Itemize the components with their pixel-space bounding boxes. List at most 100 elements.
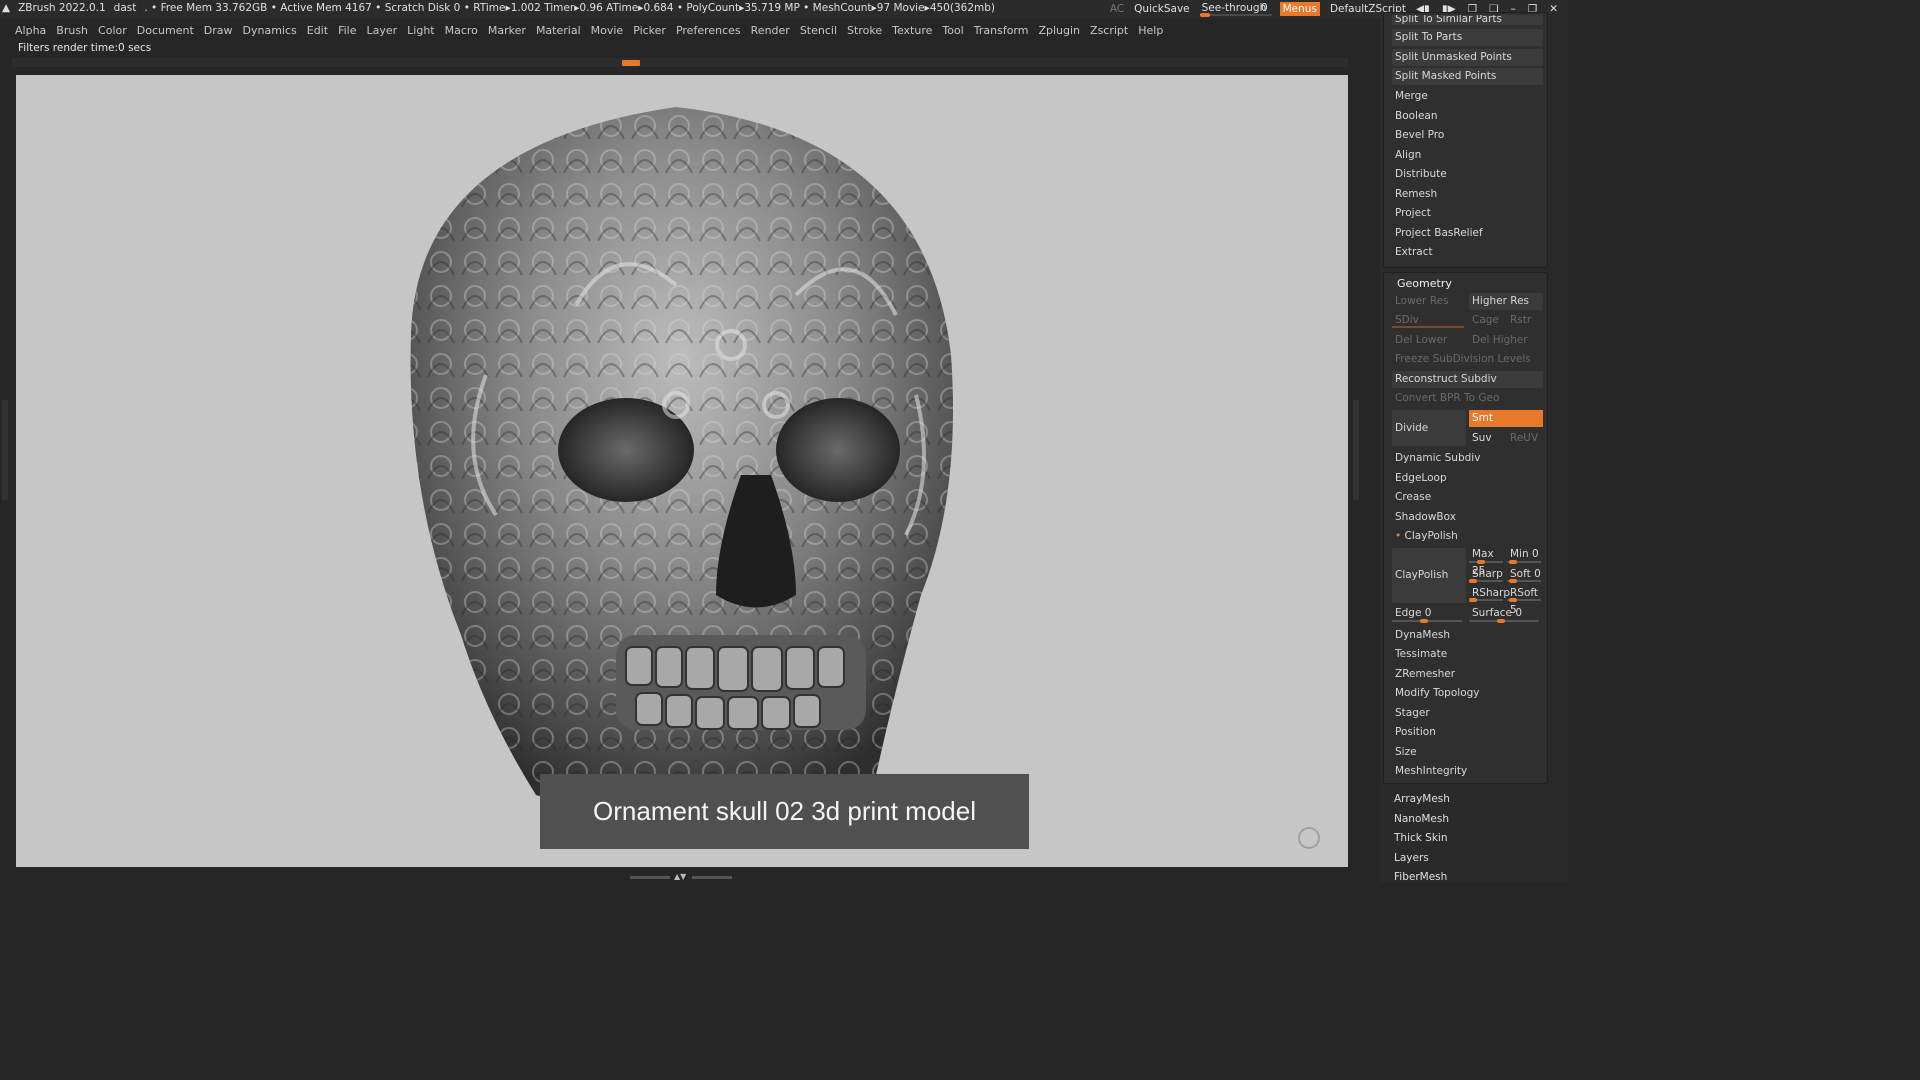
rstr-button[interactable]: Rstr: [1507, 312, 1543, 329]
suv-toggle[interactable]: Suv: [1469, 430, 1505, 447]
size-section[interactable]: Size: [1392, 744, 1543, 761]
menu-zplugin[interactable]: Zplugin: [1033, 24, 1085, 37]
zremesher-section[interactable]: ZRemesher: [1392, 666, 1543, 683]
menu-stroke[interactable]: Stroke: [842, 24, 887, 37]
menu-picker[interactable]: Picker: [628, 24, 671, 37]
menu-macro[interactable]: Macro: [440, 24, 483, 37]
shadowbox-section[interactable]: ShadowBox: [1392, 509, 1543, 526]
thick-skin-section[interactable]: Thick Skin: [1394, 832, 1448, 844]
see-through-knob[interactable]: [1199, 13, 1210, 17]
subtool-palette: Split To Similar Parts Split To Parts Sp…: [1383, 12, 1548, 268]
caption-banner: Ornament skull 02 3d print model: [540, 774, 1029, 849]
menu-marker[interactable]: Marker: [483, 24, 531, 37]
left-tray-handle[interactable]: [2, 400, 8, 500]
geometry-header[interactable]: Geometry: [1394, 275, 1545, 292]
canvas-viewport[interactable]: [16, 75, 1348, 867]
claypolish-section-header[interactable]: • ClayPolish: [1392, 528, 1543, 545]
cage-button[interactable]: Cage: [1469, 312, 1505, 329]
del-higher-button[interactable]: Del Higher: [1469, 332, 1543, 349]
split-unmasked-button[interactable]: Split Unmasked Points: [1392, 49, 1543, 66]
edgeloop-section[interactable]: EdgeLoop: [1392, 470, 1543, 487]
lower-res-button[interactable]: Lower Res: [1392, 293, 1466, 310]
menu-light[interactable]: Light: [402, 24, 439, 37]
menu-dynamics[interactable]: Dynamics: [238, 24, 302, 37]
zbrush-logo-icon: ▲: [2, 2, 11, 14]
menu-help[interactable]: Help: [1133, 24, 1168, 37]
divide-button[interactable]: Divide: [1392, 410, 1466, 446]
stager-section[interactable]: Stager: [1392, 705, 1543, 722]
title-bar: ▲ ZBrush 2022.0.1 dast . • Free Mem 33.7…: [0, 0, 1568, 18]
top-shelf-strip[interactable]: [12, 58, 1348, 67]
sdiv-slider-track[interactable]: [1392, 326, 1464, 328]
tessimate-section[interactable]: Tessimate: [1392, 646, 1543, 663]
quicksave-button[interactable]: QuickSave: [1134, 3, 1189, 15]
layers-section[interactable]: Layers: [1394, 852, 1429, 864]
menu-document[interactable]: Document: [132, 24, 199, 37]
dynamic-subdiv-section[interactable]: Dynamic Subdiv: [1392, 450, 1543, 467]
menu-render[interactable]: Render: [746, 24, 795, 37]
bevel-pro-section[interactable]: Bevel Pro: [1392, 127, 1543, 144]
caption-text: Ornament skull 02 3d print model: [593, 796, 976, 826]
menu-layer[interactable]: Layer: [361, 24, 402, 37]
menu-alpha[interactable]: Alpha: [10, 24, 51, 37]
modify-topology-section[interactable]: Modify Topology: [1392, 685, 1543, 702]
align-section[interactable]: Align: [1392, 147, 1543, 164]
right-eye-socket: [776, 398, 900, 502]
project-section[interactable]: Project: [1392, 205, 1543, 222]
document-name: dast: [113, 2, 137, 14]
menu-preferences[interactable]: Preferences: [671, 24, 746, 37]
menu-draw[interactable]: Draw: [199, 24, 238, 37]
remesh-section[interactable]: Remesh: [1392, 186, 1543, 203]
project-basrelief-section[interactable]: Project BasRelief: [1392, 225, 1543, 242]
menus-toggle-button[interactable]: Menus: [1279, 2, 1320, 16]
split-similar-parts-button[interactable]: Split To Similar Parts: [1392, 15, 1543, 25]
memory-stats: . • Free Mem 33.762GB • Active Mem 4167 …: [144, 2, 995, 14]
see-through-slider[interactable]: See-through 0: [1199, 2, 1272, 17]
split-masked-button[interactable]: Split Masked Points: [1392, 68, 1543, 85]
arraymesh-section[interactable]: ArrayMesh: [1394, 793, 1450, 805]
merge-section[interactable]: Merge: [1392, 88, 1543, 105]
ac-label[interactable]: AC: [1110, 3, 1124, 15]
position-section[interactable]: Position: [1392, 724, 1543, 741]
bottom-tray-handle[interactable]: ▲▼: [630, 873, 734, 881]
menu-transform[interactable]: Transform: [969, 24, 1034, 37]
nanomesh-section[interactable]: NanoMesh: [1394, 813, 1449, 825]
freeze-subdiv-button[interactable]: Freeze SubDivision Levels: [1392, 351, 1543, 368]
meshintegrity-section[interactable]: MeshIntegrity: [1392, 763, 1543, 780]
menu-stencil[interactable]: Stencil: [795, 24, 842, 37]
smt-toggle[interactable]: Smt: [1469, 410, 1543, 427]
tray-toggle-icon[interactable]: ▲▼: [674, 873, 690, 881]
reuv-toggle[interactable]: ReUV: [1507, 430, 1543, 447]
menu-tool[interactable]: Tool: [937, 24, 968, 37]
reconstruct-subdiv-button[interactable]: Reconstruct Subdiv: [1392, 371, 1543, 388]
menu-file[interactable]: File: [333, 24, 361, 37]
tool-palette: Split To Similar Parts Split To Parts Sp…: [1380, 12, 1568, 883]
shelf-indicator[interactable]: [622, 60, 640, 66]
del-lower-button[interactable]: Del Lower: [1392, 332, 1466, 349]
see-through-label: See-through: [1201, 2, 1267, 14]
left-eye-socket: [558, 398, 694, 502]
convert-bpr-button[interactable]: Convert BPR To Geo: [1392, 390, 1543, 407]
menu-zscript[interactable]: Zscript: [1085, 24, 1133, 37]
menu-color[interactable]: Color: [93, 24, 132, 37]
claypolish-button[interactable]: ClayPolish: [1392, 548, 1466, 603]
window-close-icon[interactable]: ✕: [1549, 3, 1558, 15]
menu-movie[interactable]: Movie: [586, 24, 629, 37]
menu-texture[interactable]: Texture: [887, 24, 937, 37]
menu-edit[interactable]: Edit: [302, 24, 333, 37]
fibermesh-section[interactable]: FiberMesh: [1394, 871, 1447, 883]
app-version: ZBrush 2022.0.1: [18, 2, 106, 14]
menu-brush[interactable]: Brush: [51, 24, 93, 37]
split-to-parts-button[interactable]: Split To Parts: [1392, 29, 1543, 46]
distribute-section[interactable]: Distribute: [1392, 166, 1543, 183]
right-tray-handle[interactable]: [1353, 400, 1359, 500]
claypolish-header-label: ClayPolish: [1404, 530, 1458, 542]
dynamesh-section[interactable]: DynaMesh: [1392, 627, 1543, 644]
higher-res-button[interactable]: Higher Res: [1469, 293, 1543, 310]
extract-section[interactable]: Extract: [1392, 244, 1543, 261]
geometry-palette: Geometry Lower Res Higher Res SDiv Cage …: [1383, 272, 1548, 784]
crease-section[interactable]: Crease: [1392, 489, 1543, 506]
menu-material[interactable]: Material: [531, 24, 586, 37]
boolean-section[interactable]: Boolean: [1392, 108, 1543, 125]
navigation-gizmo-icon[interactable]: [1298, 827, 1320, 849]
